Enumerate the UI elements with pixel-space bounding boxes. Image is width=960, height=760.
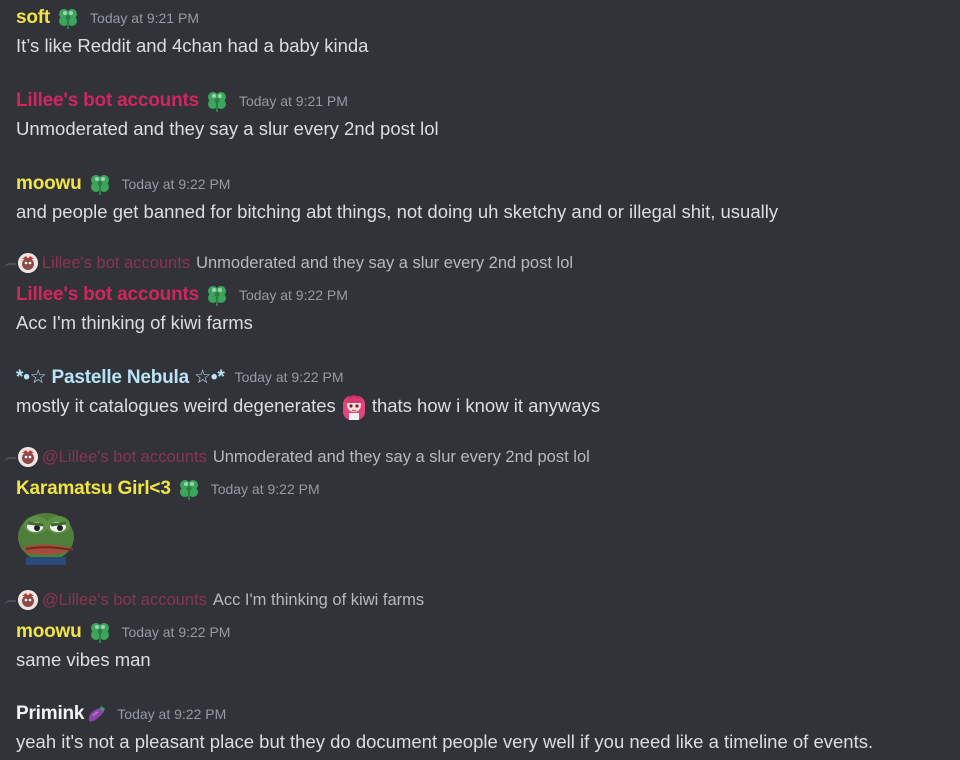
- clover-icon: [177, 477, 201, 501]
- message: moowu Today at 9:22 PM and people get ba…: [16, 172, 952, 225]
- reply-spine: [4, 600, 16, 608]
- username[interactable]: *•☆ Pastelle Nebula ☆•*: [16, 366, 225, 389]
- message-header: Primink Today at 9:22 PM: [16, 702, 952, 726]
- reply-context[interactable]: @Lillee's bot accounts Acc I'm thinking …: [0, 589, 952, 611]
- clover-icon: [205, 89, 229, 113]
- message-header: Lillee's bot accounts Today at 9:22 PM: [16, 283, 952, 307]
- reply-spine: [4, 457, 16, 465]
- message-header: moowu Today at 9:22 PM: [16, 172, 952, 196]
- message-text-part: mostly it catalogues weird degenerates: [16, 395, 336, 416]
- avatar: [18, 590, 38, 610]
- timestamp[interactable]: Today at 9:22 PM: [122, 176, 231, 192]
- eggplant-emoji: [89, 706, 106, 722]
- reply-text[interactable]: Unmoderated and they say a slur every 2n…: [196, 254, 573, 273]
- username[interactable]: Karamatsu Girl<3: [16, 478, 171, 500]
- message: moowu Today at 9:22 PM same vibes man: [16, 620, 952, 673]
- username[interactable]: moowu: [16, 173, 82, 195]
- message: soft Today at 9:21 PM It’s like Reddit a…: [16, 6, 952, 59]
- username[interactable]: Primink: [16, 703, 84, 725]
- message: Primink Today at 9:22 PM yeah it's not a…: [16, 702, 952, 755]
- reply-author[interactable]: @Lillee's bot accounts: [42, 448, 207, 467]
- reply-context[interactable]: @Lillee's bot accounts Unmoderated and t…: [0, 446, 952, 468]
- timestamp[interactable]: Today at 9:22 PM: [235, 369, 344, 385]
- timestamp[interactable]: Today at 9:22 PM: [211, 481, 320, 497]
- message-text: Acc I'm thinking of kiwi farms: [16, 312, 253, 333]
- timestamp[interactable]: Today at 9:21 PM: [239, 93, 348, 109]
- clover-icon: [205, 283, 229, 307]
- clover-icon: [88, 172, 112, 196]
- message: Lillee's bot accounts Today at 9:22 PM A…: [16, 283, 952, 336]
- message-text: mostly it catalogues weird degenerates t…: [16, 392, 952, 420]
- reply-text[interactable]: Acc I'm thinking of kiwi farms: [213, 591, 424, 610]
- message-text: yeah it's not a pleasant place but they …: [16, 731, 874, 752]
- message-header: *•☆ Pastelle Nebula ☆•* Today at 9:22 PM: [16, 365, 952, 389]
- message-text: same vibes man: [16, 649, 151, 670]
- reply-spine: [4, 263, 16, 271]
- avatar: [18, 447, 38, 467]
- timestamp[interactable]: Today at 9:22 PM: [122, 624, 231, 640]
- message-text: It’s like Reddit and 4chan had a baby ki…: [16, 35, 369, 56]
- reply-author[interactable]: Lillee's bot accounts: [42, 254, 190, 273]
- message-text: Unmoderated and they say a slur every 2n…: [16, 118, 439, 139]
- chat-log: soft Today at 9:21 PM It’s like Reddit a…: [0, 0, 960, 760]
- sad-pepe-frog-emoji[interactable]: [16, 503, 78, 565]
- message-header: moowu Today at 9:22 PM: [16, 620, 952, 644]
- username[interactable]: Lillee's bot accounts: [16, 90, 199, 112]
- message-header: soft Today at 9:21 PM: [16, 6, 952, 30]
- username[interactable]: moowu: [16, 621, 82, 643]
- clover-icon: [88, 620, 112, 644]
- message-text: and people get banned for bitching abt t…: [16, 201, 779, 222]
- anime-girl-emoji: [342, 395, 365, 420]
- username[interactable]: Lillee's bot accounts: [16, 284, 199, 306]
- message: Karamatsu Girl<3 Today at 9:22 PM: [16, 477, 952, 565]
- reply-context[interactable]: Lillee's bot accounts Unmoderated and th…: [0, 252, 952, 274]
- message: *•☆ Pastelle Nebula ☆•* Today at 9:22 PM…: [16, 365, 952, 420]
- clover-icon: [56, 6, 80, 30]
- username[interactable]: soft: [16, 7, 50, 29]
- message-text-part: thats how i know it anyways: [371, 395, 601, 416]
- timestamp[interactable]: Today at 9:22 PM: [239, 287, 348, 303]
- timestamp[interactable]: Today at 9:21 PM: [90, 10, 199, 26]
- reply-text[interactable]: Unmoderated and they say a slur every 2n…: [213, 448, 590, 467]
- message: Lillee's bot accounts Today at 9:21 PM U…: [16, 89, 952, 142]
- message-header: Lillee's bot accounts Today at 9:21 PM: [16, 89, 952, 113]
- message-header: Karamatsu Girl<3 Today at 9:22 PM: [16, 477, 952, 501]
- timestamp[interactable]: Today at 9:22 PM: [117, 706, 226, 722]
- avatar: [18, 253, 38, 273]
- reply-author[interactable]: @Lillee's bot accounts: [42, 591, 207, 610]
